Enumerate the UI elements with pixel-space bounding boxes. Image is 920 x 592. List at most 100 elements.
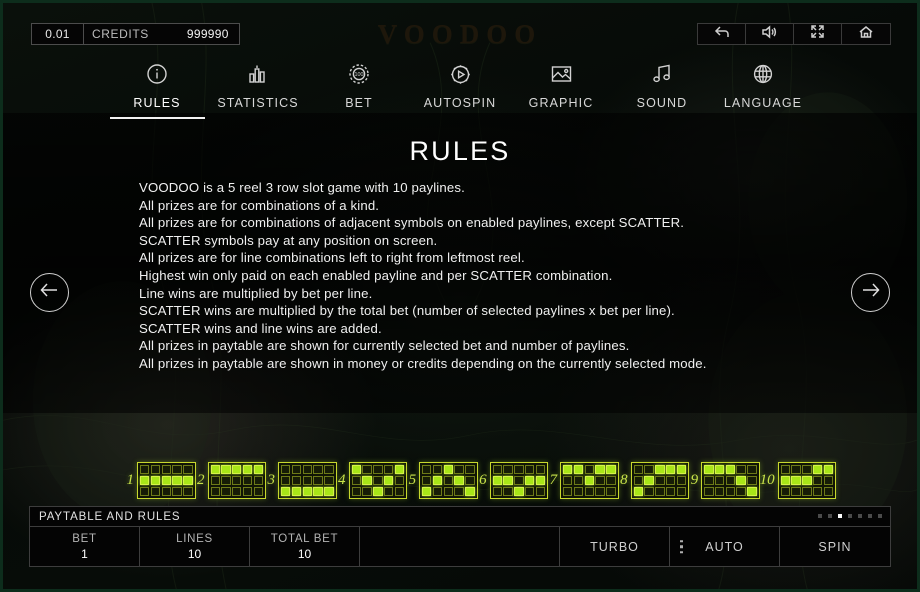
payline-cell: [780, 465, 791, 475]
payline-cell-active: [563, 465, 573, 475]
payline-cell: [373, 475, 383, 486]
page-dot[interactable]: [818, 514, 822, 518]
payline-item[interactable]: 7: [548, 462, 619, 499]
payline-number: 7: [549, 472, 558, 489]
music-note-icon: [651, 61, 673, 87]
fullscreen-button[interactable]: [794, 24, 842, 44]
payline-cell: [780, 486, 791, 496]
payline-item[interactable]: 4: [337, 462, 408, 499]
payline-cell-active: [704, 465, 714, 475]
back-icon: [714, 25, 730, 44]
page-dot[interactable]: [848, 514, 852, 518]
bet-amount-value: 0.01: [32, 24, 84, 44]
page-indicator-dots[interactable]: [818, 514, 882, 518]
auto-button[interactable]: AUTO: [670, 527, 780, 566]
payline-cell: [210, 486, 220, 496]
rule-line: All prizes in paytable are shown in mone…: [139, 355, 707, 371]
payline-cell-active: [524, 475, 535, 486]
payline-grid: [207, 462, 267, 499]
lines-info[interactable]: LINES 10: [140, 527, 250, 566]
payline-cell: [221, 475, 231, 486]
payline-cell-active: [383, 475, 394, 486]
prev-page-arrow[interactable]: [30, 273, 69, 312]
rule-line: Line wins are multiplied by bet per line…: [139, 285, 373, 301]
payline-cell-active: [172, 475, 182, 486]
payline-cell: [432, 465, 443, 475]
turbo-button[interactable]: TURBO: [560, 527, 670, 566]
tab-sound[interactable]: SOUND: [612, 61, 713, 119]
credits-label: CREDITS: [92, 27, 149, 41]
page-dot[interactable]: [838, 514, 842, 518]
payline-cell: [324, 465, 334, 475]
payline-item[interactable]: 5: [407, 462, 478, 499]
page-dot[interactable]: [878, 514, 882, 518]
rule-line: All prizes are for combinations of a kin…: [139, 197, 380, 213]
payline-cell: [791, 486, 801, 496]
payline-cell: [633, 475, 643, 486]
page-dot[interactable]: [858, 514, 862, 518]
payline-cell: [802, 486, 812, 496]
tab-rules[interactable]: RULES: [107, 61, 208, 119]
paytable-header-title: PAYTABLE AND RULES: [39, 510, 181, 523]
auto-options-icon[interactable]: [680, 539, 683, 554]
bottom-button-row: BET 1 LINES 10 TOTAL BET 10 TURBO AUTO S…: [30, 527, 890, 566]
sound-icon: [761, 24, 778, 44]
payline-item[interactable]: 3: [266, 462, 337, 499]
payline-cell: [595, 486, 605, 496]
payline-cell-active: [443, 465, 454, 475]
payline-cell: [253, 486, 264, 496]
payline-cell: [736, 465, 746, 475]
page-dot[interactable]: [868, 514, 872, 518]
payline-item[interactable]: 10: [760, 462, 837, 499]
tab-autospin[interactable]: AUTOSPIN: [410, 61, 511, 119]
bet-info[interactable]: BET 1: [30, 527, 140, 566]
payline-cell-active: [584, 475, 595, 486]
payline-cell: [291, 475, 302, 486]
payline-cell: [302, 475, 312, 486]
tab-bet[interactable]: 100 BET: [309, 61, 410, 119]
tab-language[interactable]: LANGUAGE: [713, 61, 814, 119]
back-button[interactable]: [698, 24, 746, 44]
home-button[interactable]: [842, 24, 890, 44]
tab-graphic[interactable]: GRAPHIC: [511, 61, 612, 119]
payline-cell: [242, 486, 253, 496]
payline-item[interactable]: 1: [125, 462, 196, 499]
payline-cell: [183, 486, 193, 496]
spin-button[interactable]: SPIN: [780, 527, 890, 566]
payline-cell: [725, 486, 736, 496]
tab-language-label: LANGUAGE: [723, 96, 803, 110]
page-dot[interactable]: [828, 514, 832, 518]
payline-item[interactable]: 6: [478, 462, 549, 499]
payline-cell: [714, 475, 725, 486]
payline-item[interactable]: 9: [689, 462, 760, 499]
payline-cell-active: [503, 475, 513, 486]
payline-cell: [422, 465, 432, 475]
payline-cell: [563, 486, 573, 496]
payline-grid: [137, 462, 196, 499]
payline-number: 6: [479, 472, 487, 489]
payline-cell-active: [362, 475, 372, 486]
bottom-control-bar: PAYTABLE AND RULES BET 1 LINES 10 TOTAL …: [29, 506, 891, 567]
payline-cell: [584, 465, 595, 475]
info-icon: [146, 61, 168, 87]
payline-cell-active: [161, 475, 171, 486]
payline-cell: [140, 465, 150, 475]
payline-cell: [514, 465, 524, 475]
payline-number: 9: [690, 472, 699, 489]
tab-statistics[interactable]: STATISTICS: [208, 61, 309, 119]
payline-cell-active: [313, 486, 323, 496]
payline-cell: [161, 465, 171, 475]
payline-cell: [812, 475, 823, 486]
auto-label: AUTO: [705, 539, 744, 554]
sound-button[interactable]: [746, 24, 794, 44]
rule-line: VOODOO is a 5 reel 3 row slot game with …: [139, 180, 465, 195]
payline-item[interactable]: 2: [196, 462, 267, 499]
payline-number: 1: [126, 472, 135, 489]
payline-cell: [150, 465, 161, 475]
next-page-arrow[interactable]: [851, 273, 890, 312]
payline-cell-active: [281, 486, 291, 496]
payline-item[interactable]: 8: [619, 462, 690, 499]
total-bet-info[interactable]: TOTAL BET 10: [250, 527, 360, 566]
payline-cell: [383, 486, 394, 496]
payline-cell-active: [725, 465, 736, 475]
